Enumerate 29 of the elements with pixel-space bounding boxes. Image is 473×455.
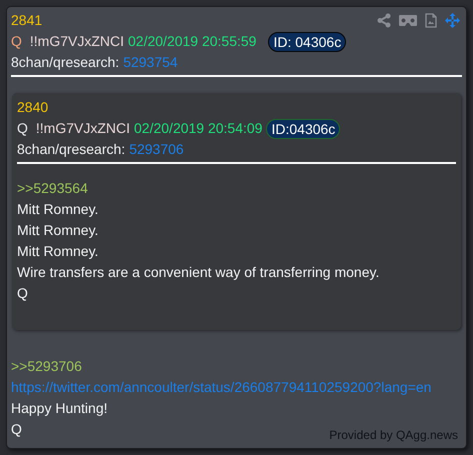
post-text: Mitt Romney. bbox=[17, 242, 98, 261]
tripcode: !!mG7VJxZNCI bbox=[36, 119, 130, 138]
id-badge: ID:04306c bbox=[266, 118, 340, 138]
board-name: 8chan/qresearch: bbox=[17, 140, 126, 159]
board-name: 8chan/qresearch: bbox=[11, 53, 120, 72]
post-text: Wire transfers are a convenient way of transferring money. bbox=[17, 263, 380, 282]
tripcode: !!mG7VJxZNCI bbox=[30, 32, 124, 51]
reply-reference[interactable]: >>5293564 bbox=[17, 178, 88, 199]
post-text: Q bbox=[11, 420, 22, 439]
post-text: Mitt Romney. bbox=[17, 200, 98, 219]
document-icon[interactable] bbox=[425, 13, 437, 28]
move-icon[interactable] bbox=[445, 13, 460, 28]
post-link[interactable]: 5293754 bbox=[123, 52, 178, 73]
post-text: Happy Hunting! bbox=[11, 399, 108, 418]
reply-reference[interactable]: >>5293706 bbox=[11, 356, 82, 377]
share-icon[interactable] bbox=[377, 13, 391, 28]
post-number: 2841 bbox=[11, 11, 42, 30]
url-link[interactable]: https://twitter.com/anncoulter/status/266087794110259200?lang=en bbox=[11, 377, 432, 398]
timestamp: 02/20/2019 20:55:59 bbox=[128, 32, 256, 51]
post-number: 2840 bbox=[17, 98, 50, 117]
post-link[interactable]: 5293706 bbox=[129, 139, 184, 160]
post-text: Mitt Romney. bbox=[17, 221, 98, 240]
goggles-icon[interactable] bbox=[399, 15, 417, 26]
post-text: Q bbox=[17, 284, 28, 303]
author-mark: Q bbox=[17, 119, 28, 138]
timestamp: 02/20/2019 20:54:09 bbox=[134, 119, 262, 138]
attribution-text: Provided by QAgg.news bbox=[329, 427, 458, 443]
id-badge: ID: 04306c bbox=[268, 32, 346, 52]
author-mark: Q bbox=[11, 32, 22, 51]
